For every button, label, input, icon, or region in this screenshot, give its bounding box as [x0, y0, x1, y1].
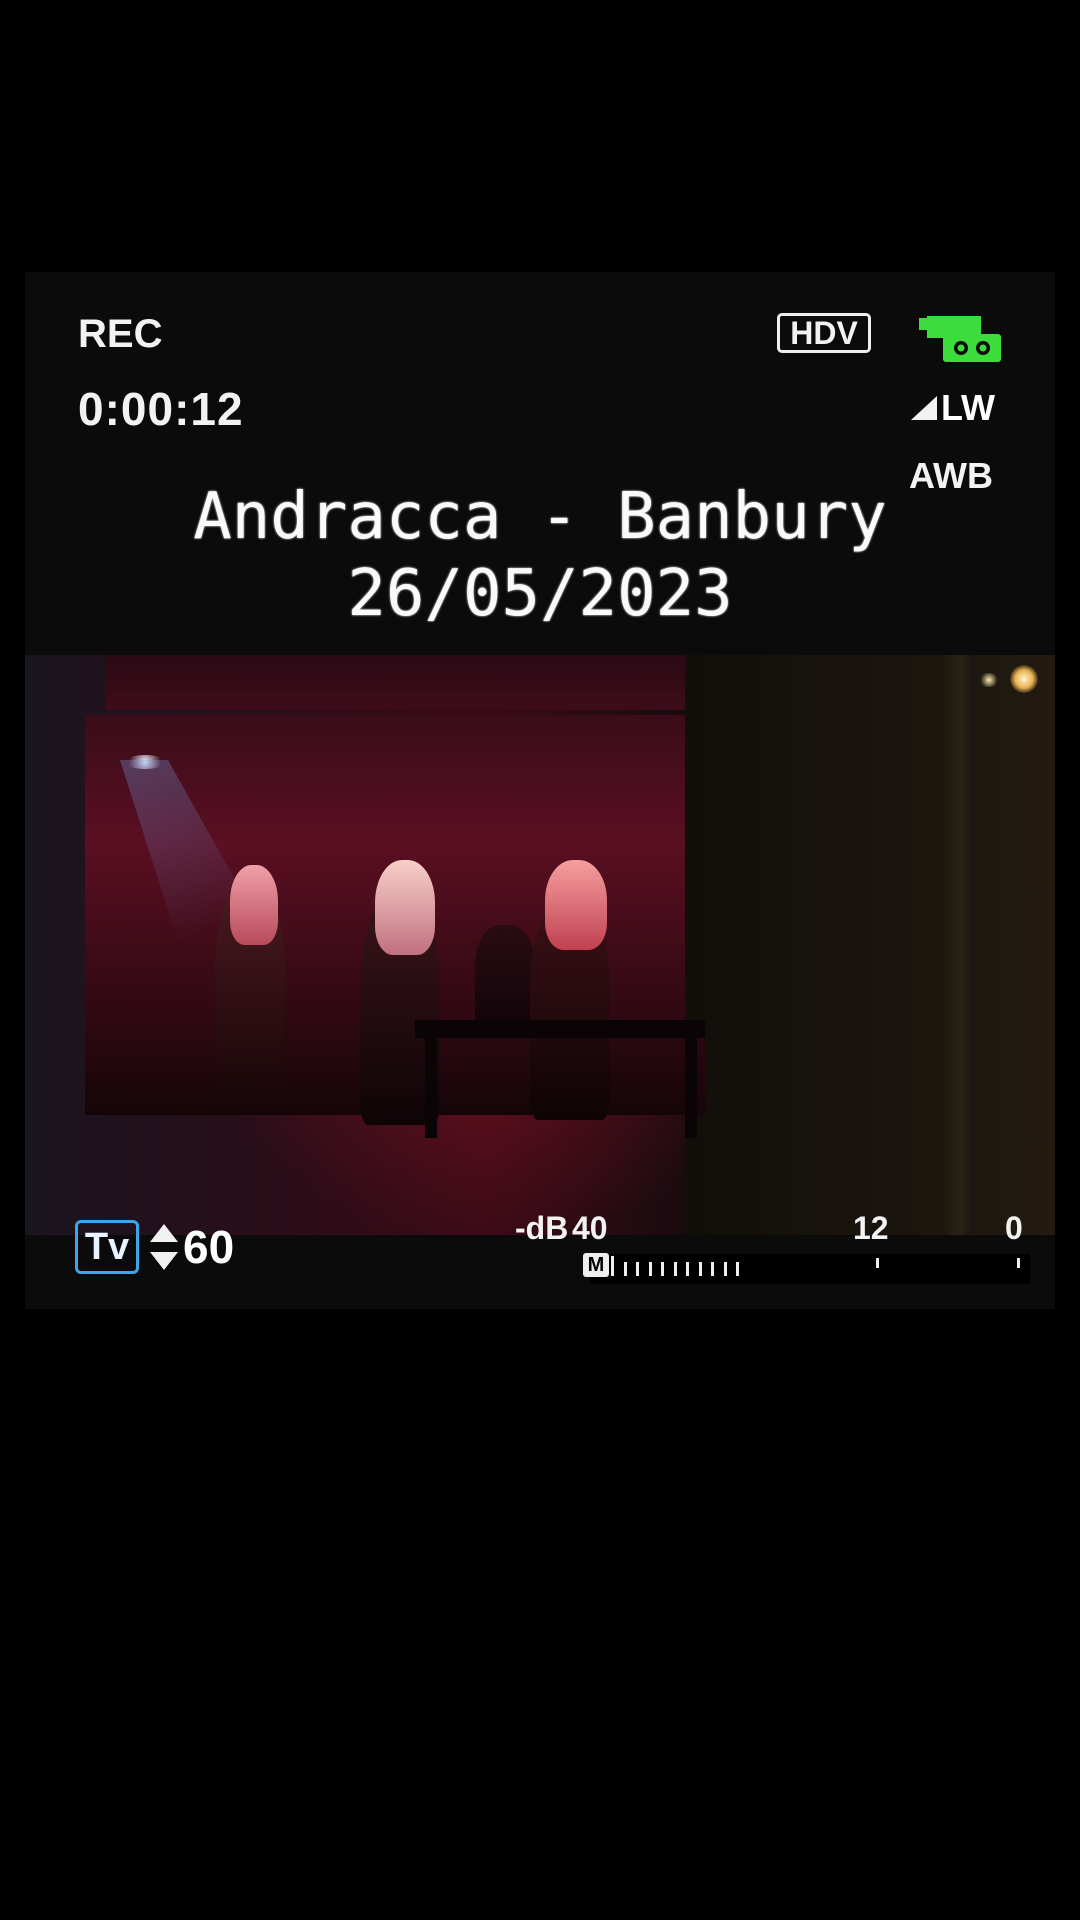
- performer-hair: [375, 860, 435, 955]
- wall-lamp: [980, 673, 998, 687]
- format-badge: HDV: [777, 313, 871, 353]
- audio-level-meter: -dB 40 12 0 M: [515, 1210, 1030, 1284]
- audio-scale-label: 40: [572, 1210, 608, 1246]
- overlay-date: 26/05/2023: [347, 557, 733, 631]
- audio-level-segment: [711, 1262, 714, 1276]
- scale-tick: [876, 1258, 879, 1268]
- zoom-wedge-icon: [911, 396, 937, 420]
- audio-level-segment: [636, 1262, 639, 1276]
- zoom-label: LW: [941, 387, 995, 428]
- audio-level-segment: [661, 1262, 664, 1276]
- venue-wall: [685, 655, 1055, 1235]
- camera-tape-icon: [919, 316, 1001, 362]
- stage-ceiling: [105, 655, 705, 710]
- concert-scene-image: [25, 655, 1055, 1235]
- audio-unit-label: -dB: [515, 1210, 569, 1246]
- venue-pillar: [945, 655, 975, 1235]
- audio-level-segment: [686, 1262, 689, 1276]
- audio-level-segment: [698, 1262, 702, 1276]
- performer-hair: [545, 860, 607, 950]
- up-down-arrows-icon: [150, 1224, 178, 1270]
- scale-tick: [1017, 1258, 1020, 1268]
- tv-mode-badge: Tv: [75, 1220, 139, 1274]
- drummer: [475, 925, 535, 1025]
- audio-channel-badge: M: [583, 1253, 609, 1277]
- audio-level-segment: [648, 1262, 652, 1276]
- foreground-table: [415, 1020, 705, 1038]
- camera-viewfinder: REC 0:00:12 HDV LW AWB Andracca - Banbur…: [25, 272, 1055, 1309]
- performer-hair: [230, 865, 278, 945]
- audio-level-segment: [623, 1262, 627, 1276]
- audio-level-segment: [736, 1262, 739, 1276]
- audio-level-segment: [723, 1262, 727, 1276]
- timecode: 0:00:12: [78, 383, 244, 435]
- audio-meter-bar: [590, 1254, 1030, 1284]
- table-leg: [685, 1038, 697, 1138]
- audio-scale-label: 0: [1005, 1210, 1023, 1246]
- wall-lamp: [1010, 665, 1038, 693]
- audio-level-segment: [673, 1262, 677, 1276]
- shutter-speed-value: 60: [183, 1221, 235, 1273]
- overlay-title: Andracca - Banbury: [193, 480, 887, 554]
- rec-indicator: REC: [78, 312, 163, 356]
- audio-scale-label: 12: [853, 1210, 889, 1246]
- exposure-mode: Tv 60: [75, 1220, 234, 1274]
- audio-level-segment: [611, 1256, 614, 1276]
- table-leg: [425, 1038, 437, 1138]
- zoom-indicator: LW: [911, 387, 995, 429]
